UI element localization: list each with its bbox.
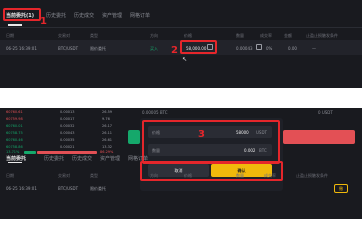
bottom-col-qty: 数量	[236, 173, 244, 178]
bottom-tab-history-trades[interactable]: 历史成交	[72, 155, 92, 162]
ob-total: 26.59	[102, 110, 113, 114]
ob-total: 9.76	[102, 117, 110, 121]
annotation-box-3-buttons	[140, 161, 283, 181]
col-trigger: 止盈止损触发条件	[306, 33, 338, 38]
sell-ratio: 86.29%	[100, 150, 114, 154]
tab-asset-management[interactable]: 资产管理	[102, 12, 122, 19]
annotation-box-3	[142, 120, 280, 164]
ob-qty: 0.00035	[60, 138, 75, 142]
ob-qty: 0.00021	[60, 145, 75, 149]
ob-price: 60758.86	[6, 145, 23, 149]
tab-grid-orders[interactable]: 网格订单	[130, 12, 150, 19]
row-amount: 0.00	[288, 46, 297, 51]
bottom-row-pair: BTC/USDT	[58, 186, 79, 191]
ob-price: 60760.61	[6, 110, 23, 114]
ob-qty: 0.00032	[60, 124, 75, 128]
col-side: 方向	[150, 33, 158, 38]
ob-price: 60758.75	[6, 131, 23, 135]
ob-total: 26.11	[102, 131, 113, 135]
tabs-divider	[0, 27, 362, 28]
ob-price: 60759.98	[6, 117, 23, 121]
edit-qty-icon[interactable]	[256, 44, 262, 50]
row-trigger: —	[312, 46, 316, 51]
screenshot-root: 当前委托(1) 历史委托 历史成交 资产管理 网格订单 1 日期 交易对 类型 …	[0, 0, 362, 219]
row-qty: 0.00043	[236, 46, 253, 51]
ob-total: 26.17	[102, 124, 113, 128]
bottom-tab-grid-orders[interactable]: 网格订单	[128, 155, 148, 162]
col-rate: 成交率	[260, 33, 272, 38]
ob-qty: 0.00017	[60, 117, 75, 121]
sell-ratio-bar	[37, 151, 97, 154]
bottom-row-date: 06-25 16:39:01	[6, 186, 37, 191]
available-btc: 0.00005 BTC	[142, 110, 168, 115]
tab-history-orders[interactable]: 历史委托	[46, 12, 66, 19]
mouse-cursor-icon: ↖	[182, 56, 188, 63]
tab-history-trades[interactable]: 历史成交	[74, 12, 94, 19]
col-amount: 金额	[284, 33, 292, 38]
sell-button[interactable]	[283, 130, 355, 144]
crop-gap	[0, 88, 362, 108]
annotation-step-3: 3	[198, 129, 205, 140]
row-date: 06-25 16:39:01	[6, 46, 37, 51]
ob-total: 26.61	[102, 138, 113, 142]
ob-total: 13.32	[102, 145, 113, 149]
bottom-col-trigger: 止盈止损触发条件	[296, 173, 328, 178]
row-rate: 0%	[266, 46, 273, 51]
row-side: 买入	[150, 46, 158, 51]
row-pair: BTC/USDT	[58, 46, 79, 51]
annotation-step-1: 1	[40, 16, 47, 27]
ob-qty: 0.00043	[60, 131, 75, 135]
bottom-col-price: 价格	[184, 173, 192, 178]
active-tab-underline	[8, 24, 22, 26]
bottom-col-rate: 成交率	[264, 173, 276, 178]
col-price: 价格	[184, 33, 192, 38]
bottom-col-type: 类型	[90, 173, 98, 178]
bottom-tab-history-orders[interactable]: 历史委托	[44, 155, 64, 162]
buy-ratio: 13.71%	[6, 150, 20, 154]
col-pair: 交易对	[58, 33, 70, 38]
buy-button[interactable]	[128, 130, 140, 144]
buy-ratio-bar	[24, 151, 36, 154]
ob-price: 60760.01	[6, 124, 23, 128]
annotation-box-1	[3, 8, 41, 21]
bottom-tab-asset-management[interactable]: 资产管理	[100, 155, 120, 162]
col-type: 类型	[90, 33, 98, 38]
bottom-tab-current-orders[interactable]: 当前委托	[6, 155, 26, 162]
bottom-row-type: 限价委托	[90, 186, 106, 191]
bottom-col-pair: 交易对	[58, 173, 70, 178]
ob-qty: 0.00013	[60, 110, 75, 114]
annotation-step-2: 2	[171, 45, 178, 56]
available-usdt: 0 USDT	[318, 110, 333, 115]
row-type: 限价委托	[90, 46, 106, 51]
bottom-col-date: 日期	[6, 173, 14, 178]
ob-price: 60760.46	[6, 138, 23, 142]
col-date: 日期	[6, 33, 14, 38]
bottom-col-side: 方向	[150, 173, 158, 178]
bottom-active-tab-underline	[8, 162, 22, 163]
annotation-box-2	[180, 40, 217, 54]
cancel-order-button[interactable]: 撤	[334, 184, 348, 193]
col-qty: 数量	[236, 33, 244, 38]
